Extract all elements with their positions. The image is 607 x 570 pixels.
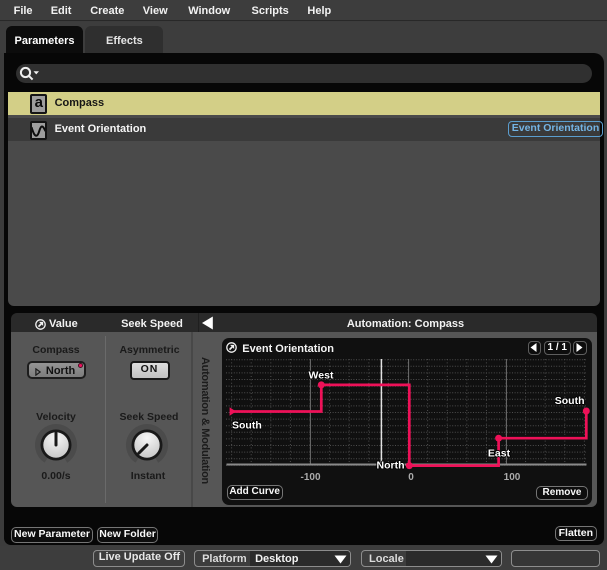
svg-text:-100: -100 (300, 472, 320, 483)
svg-text:West: West (309, 369, 334, 381)
svg-text:0: 0 (408, 472, 414, 483)
svg-text:South: South (555, 395, 585, 407)
svg-text:100: 100 (504, 472, 521, 483)
svg-text:East: East (488, 448, 511, 460)
svg-text:North: North (377, 460, 405, 472)
svg-text:South: South (232, 420, 262, 432)
